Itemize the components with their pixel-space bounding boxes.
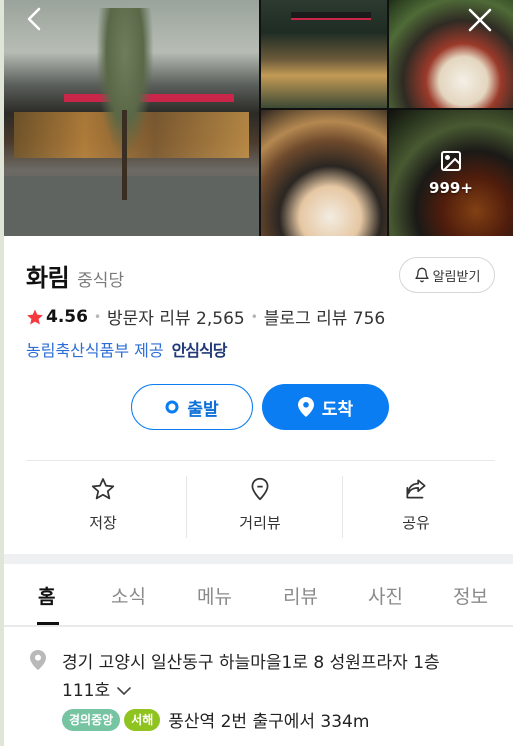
source-link[interactable]: 농림축산식품부 제공 — [26, 337, 164, 361]
tab-reviews[interactable]: 리뷰 — [283, 582, 318, 609]
tab-news[interactable]: 소식 — [111, 582, 146, 609]
visitor-reviews-link[interactable]: 방문자 리뷰 2,565 — [107, 304, 245, 329]
notify-label: 알림받기 — [432, 269, 481, 285]
close-icon — [468, 8, 492, 32]
divider — [26, 460, 495, 461]
back-button[interactable] — [20, 4, 50, 34]
station-distance: 풍산역 2번 출구에서 334m — [168, 712, 370, 732]
subway-line-badge: 서해 — [124, 708, 161, 731]
place-category: 중식당 — [77, 271, 125, 291]
share-label: 공유 — [402, 514, 430, 532]
main-photo[interactable] — [4, 0, 259, 236]
safe-restaurant-logo: 안심식당 — [171, 341, 228, 360]
image-icon — [441, 151, 461, 171]
share-button[interactable]: 공유 — [341, 476, 491, 542]
subway-info: 경의중앙 서해 풍산역 2번 출구에서 334m — [62, 707, 369, 732]
separator-dot: • — [93, 309, 102, 324]
title-row: 화림 중식당 — [26, 258, 124, 293]
star-icon — [91, 478, 115, 500]
tab-bar: 홈 소식 메뉴 리뷰 사진 정보 — [4, 564, 513, 626]
close-button[interactable] — [464, 4, 496, 36]
origin-dot-icon — [165, 400, 179, 414]
photo-gallery[interactable]: 999+ — [4, 0, 513, 236]
depart-label: 출발 — [187, 399, 219, 420]
address-line: 111호 — [62, 681, 111, 701]
source-row: 농림축산식품부 제공 안심식당 — [26, 337, 228, 361]
arrive-button[interactable]: 도착 — [262, 384, 389, 430]
share-icon — [406, 479, 426, 499]
tab-menu[interactable]: 메뉴 — [197, 582, 232, 609]
save-button[interactable]: 저장 — [28, 476, 178, 542]
location-pin-icon — [30, 650, 46, 670]
address-line: 경기 고양시 일산동구 하늘마을1로 8 성원프라자 1층 — [62, 653, 440, 673]
arrive-label: 도착 — [321, 399, 354, 420]
photo-thumbnail[interactable] — [261, 110, 387, 236]
rating-row: 4.56 • 방문자 리뷰 2,565 • 블로그 리뷰 756 — [26, 304, 385, 329]
location-pin-icon — [297, 397, 314, 417]
notify-button[interactable]: 알림받기 — [399, 257, 495, 293]
tab-home[interactable]: 홈 — [38, 582, 55, 609]
active-tab-indicator — [37, 622, 59, 625]
photo-count: 999+ — [429, 179, 473, 197]
more-photos-button[interactable]: 999+ — [389, 110, 513, 236]
chevron-left-icon — [27, 7, 41, 31]
tab-photos[interactable]: 사진 — [368, 582, 403, 609]
place-name: 화림 — [26, 264, 70, 292]
save-label: 저장 — [89, 514, 117, 532]
rating-score: 4.56 — [46, 306, 88, 327]
separator-dot: • — [250, 309, 258, 324]
info-section: 경기 고양시 일산동구 하늘마을1로 8 성원프라자 1층 111호 경의중앙 … — [4, 627, 513, 746]
blog-reviews-link[interactable]: 블로그 리뷰 756 — [264, 304, 385, 329]
address[interactable]: 경기 고양시 일산동구 하늘마을1로 8 성원프라자 1층 111호 — [62, 649, 502, 705]
tab-info[interactable]: 정보 — [453, 582, 488, 609]
subway-line-badge: 경의중앙 — [62, 708, 121, 731]
street-view-label: 거리뷰 — [239, 514, 281, 532]
photo-thumbnail[interactable] — [261, 0, 387, 108]
bell-icon — [414, 267, 429, 283]
street-view-button[interactable]: 거리뷰 — [185, 476, 335, 542]
depart-button[interactable]: 출발 — [131, 384, 253, 430]
rating-star-icon — [27, 309, 43, 324]
chevron-down-icon[interactable] — [116, 677, 132, 705]
section-gap — [4, 554, 513, 564]
location-pin-icon — [251, 477, 269, 501]
place-summary-card: 화림 중식당 알림받기 4.56 • 방문자 리뷰 2,565 • 블로그 리뷰… — [4, 236, 513, 554]
